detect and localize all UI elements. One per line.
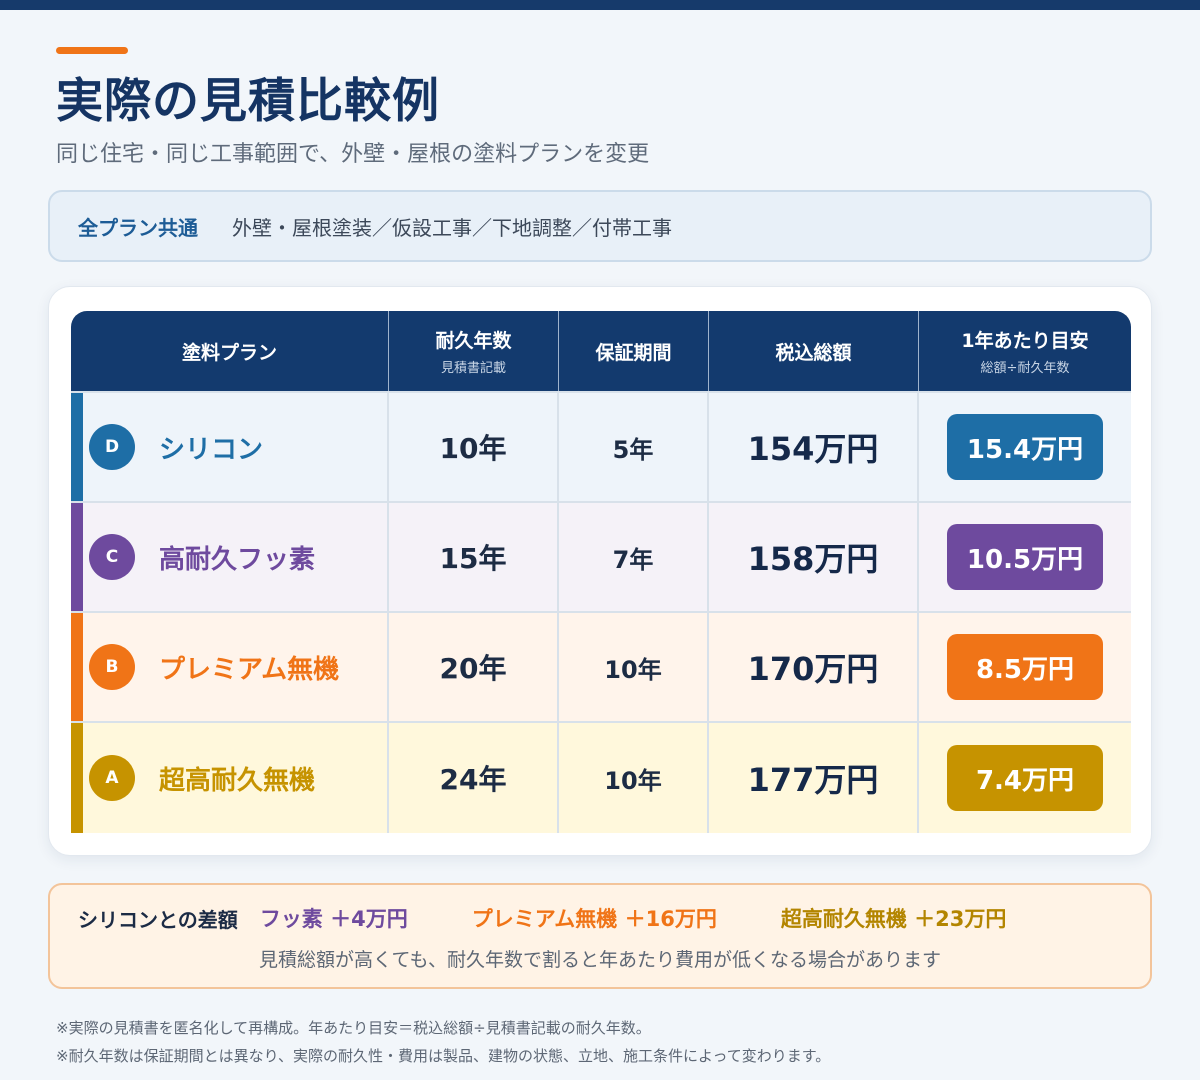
total-price: 170万円 (747, 650, 879, 688)
difference-label: シリコンとの差額 (78, 907, 238, 932)
table-row: C 高耐久フッ素 15年 7年 158万円 10.5万円 (71, 501, 1131, 611)
difference-line: シリコンとの差額 フッ素 ＋4万円 プレミアム無機 ＋16万円 超高耐久無機 ＋… (78, 903, 1070, 933)
header-warranty-label: 保証期間 (595, 341, 672, 364)
footnote-2: ※耐久年数は保証期間とは異なり、実際の耐久性・費用は製品、建物の状態、立地、施工… (56, 1047, 831, 1065)
per-year-cell: 10.5万円 (919, 503, 1131, 611)
plan-cell: B プレミアム無機 (71, 613, 389, 721)
row-color-stripe (71, 503, 83, 611)
plan-cell: D シリコン (71, 393, 389, 501)
per-year-cost: 8.5万円 (947, 634, 1103, 700)
warranty-period: 10年 (604, 766, 662, 795)
plan-cell: C 高耐久フッ素 (71, 503, 389, 611)
per-year-cost: 15.4万円 (947, 414, 1103, 480)
per-year-cell: 15.4万円 (919, 393, 1131, 501)
plan-grade-badge: C (89, 534, 135, 580)
page-title: 実際の見積比較例 (56, 74, 440, 129)
durability-cell: 20年 (389, 613, 559, 721)
footnote-1: ※実際の見積書を匿名化して再構成。年あたり目安＝税込総額÷見積書記載の耐久年数。 (56, 1019, 651, 1037)
header-durability: 耐久年数 見積書記載 (389, 311, 559, 391)
header-durability-sub: 見積書記載 (440, 361, 506, 376)
header-total: 税込総額 (709, 311, 919, 391)
title-accent-line (56, 47, 128, 54)
header-plan: 塗料プラン (71, 311, 389, 391)
table-row: A 超高耐久無機 24年 10年 177万円 7.4万円 (71, 721, 1131, 833)
warranty-period: 10年 (604, 655, 662, 684)
table-body: D シリコン 10年 5年 154万円 15.4万円 C 高耐久フッ素 15年 … (71, 391, 1131, 833)
per-year-cost: 7.4万円 (947, 745, 1103, 811)
row-color-stripe (71, 723, 83, 833)
warranty-period: 7年 (612, 545, 654, 574)
common-scope-box: 全プラン共通 外壁・屋根塗装／仮設工事／下地調整／付帯工事 (48, 190, 1152, 262)
total-cell: 158万円 (709, 503, 919, 611)
per-year-cell: 8.5万円 (919, 613, 1131, 721)
warranty-period: 5年 (612, 435, 654, 464)
header-per-year-sub: 総額÷耐久年数 (980, 361, 1070, 376)
durability-cell: 24年 (389, 723, 559, 833)
header-durability-label: 耐久年数 (435, 330, 512, 352)
comparison-card: 塗料プラン 耐久年数 見積書記載 保証期間 税込総額 1年あたり目安 総額÷耐久… (48, 286, 1152, 856)
durability-years: 10年 (439, 432, 507, 465)
per-year-cost: 10.5万円 (947, 524, 1103, 590)
comparison-table: 塗料プラン 耐久年数 見積書記載 保証期間 税込総額 1年あたり目安 総額÷耐久… (71, 311, 1131, 833)
warranty-cell: 5年 (559, 393, 709, 501)
common-scope-label: 全プラン共通 (78, 215, 198, 240)
total-cell: 170万円 (709, 613, 919, 721)
header-per-year-label: 1年あたり目安 (961, 330, 1089, 352)
header-plan-label: 塗料プラン (181, 341, 277, 364)
table-row: B プレミアム無機 20年 10年 170万円 8.5万円 (71, 611, 1131, 721)
difference-item-premium-inorganic: プレミアム無機 ＋16万円 (471, 907, 717, 931)
top-bar (0, 0, 1200, 10)
plan-name: プレミアム無機 (159, 654, 340, 685)
plan-name: 高耐久フッ素 (159, 544, 316, 575)
page-subtitle: 同じ住宅・同じ工事範囲で、外壁・屋根の塗料プランを変更 (56, 142, 650, 167)
durability-years: 24年 (439, 763, 507, 796)
total-price: 177万円 (747, 761, 879, 799)
total-price: 154万円 (747, 430, 879, 468)
warranty-cell: 7年 (559, 503, 709, 611)
durability-cell: 15年 (389, 503, 559, 611)
warranty-cell: 10年 (559, 723, 709, 833)
plan-name: 超高耐久無機 (159, 765, 316, 796)
total-cell: 154万円 (709, 393, 919, 501)
warranty-cell: 10年 (559, 613, 709, 721)
row-color-stripe (71, 393, 83, 501)
header-per-year: 1年あたり目安 総額÷耐久年数 (919, 311, 1131, 391)
plan-grade-badge: B (89, 644, 135, 690)
total-price: 158万円 (747, 540, 879, 578)
difference-item-ultra-inorganic: 超高耐久無機 ＋23万円 (780, 907, 1007, 931)
durability-years: 20年 (439, 652, 507, 685)
table-header: 塗料プラン 耐久年数 見積書記載 保証期間 税込総額 1年あたり目安 総額÷耐久… (71, 311, 1131, 391)
difference-item-fluorine: フッ素 ＋4万円 (259, 907, 408, 931)
plan-name: シリコン (159, 434, 264, 465)
difference-note: 見積総額が高くても、耐久年数で割ると年あたり費用が低くなる場合があります (259, 949, 941, 971)
row-color-stripe (71, 613, 83, 721)
table-row: D シリコン 10年 5年 154万円 15.4万円 (71, 391, 1131, 501)
durability-cell: 10年 (389, 393, 559, 501)
per-year-cell: 7.4万円 (919, 723, 1131, 833)
plan-grade-badge: A (89, 755, 135, 801)
difference-box: シリコンとの差額 フッ素 ＋4万円 プレミアム無機 ＋16万円 超高耐久無機 ＋… (48, 883, 1152, 989)
plan-grade-badge: D (89, 424, 135, 470)
common-scope-text: 外壁・屋根塗装／仮設工事／下地調整／付帯工事 (232, 215, 672, 240)
plan-cell: A 超高耐久無機 (71, 723, 389, 833)
header-warranty: 保証期間 (559, 311, 709, 391)
total-cell: 177万円 (709, 723, 919, 833)
durability-years: 15年 (439, 542, 507, 575)
header-total-label: 税込総額 (775, 341, 852, 364)
